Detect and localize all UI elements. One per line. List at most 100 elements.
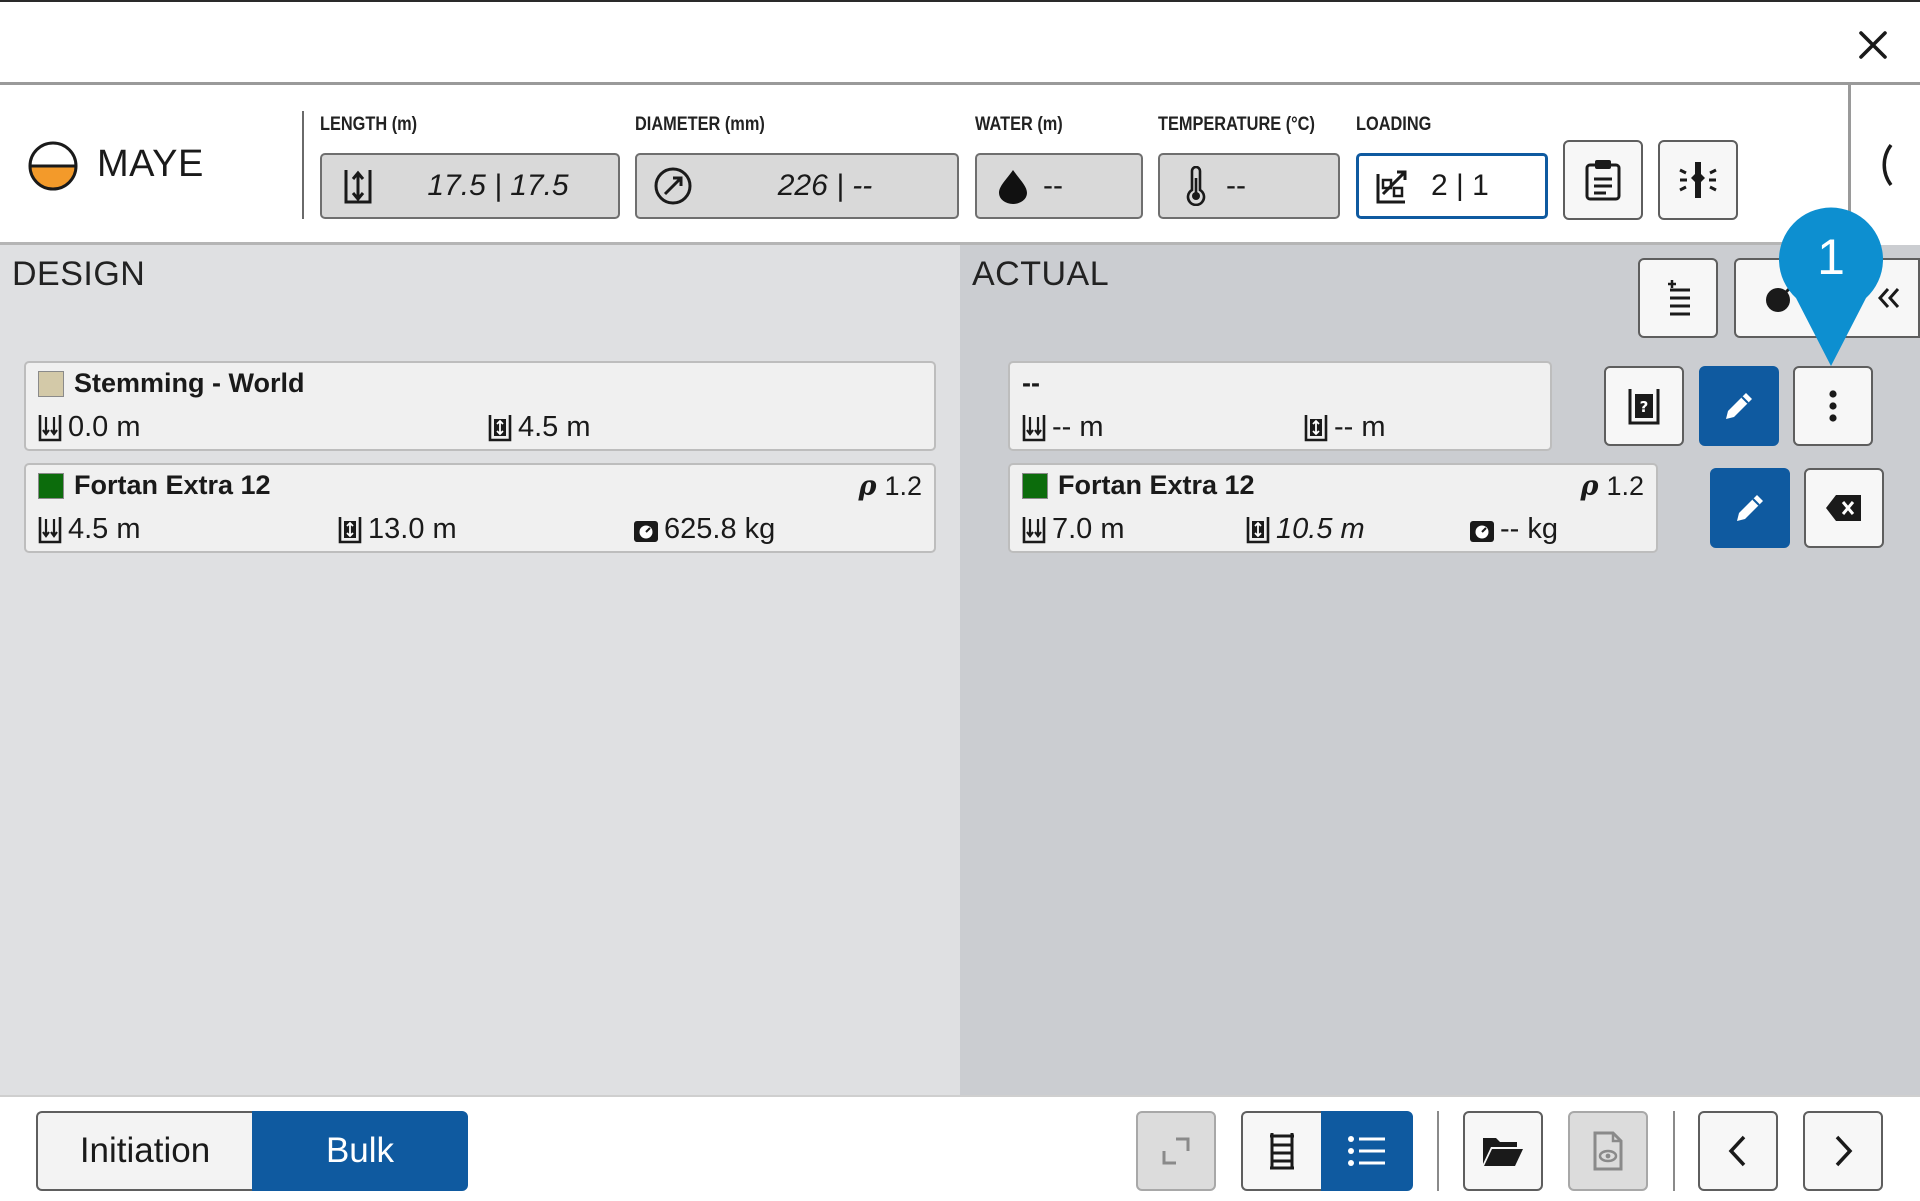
header-divider	[302, 111, 304, 219]
deck-color-swatch	[1022, 472, 1048, 499]
add-deck-button[interactable]	[1638, 258, 1718, 338]
length-field[interactable]: 17.5 | 17.5	[320, 153, 620, 219]
deck-name: Fortan Extra 12	[1022, 470, 1255, 501]
design-panel: DESIGN Stemming - World 0.0 m 4.5 m Fort…	[0, 245, 960, 1095]
scale-weight-icon	[1468, 514, 1496, 546]
tab-initiation[interactable]: Initiation	[36, 1111, 252, 1191]
deck-top-depth: 7.0 m	[1020, 513, 1125, 546]
deck-color-swatch	[38, 472, 64, 499]
folder-open-icon	[1483, 1138, 1523, 1166]
deck-density: ρ 1.2	[858, 471, 922, 502]
loading-value: 2 | 1	[1431, 169, 1489, 202]
loading-field[interactable]: 2 | 1	[1356, 153, 1548, 219]
column-view-icon	[1270, 1133, 1294, 1170]
edit-product-button[interactable]	[1710, 468, 1790, 548]
column-view-button[interactable]	[1241, 1111, 1321, 1191]
edit-deck-button[interactable]	[1699, 366, 1779, 446]
document-preview-icon	[1593, 1131, 1623, 1171]
deck-top-depth: -- m	[1020, 411, 1104, 444]
actual-deck-product[interactable]: Fortan Extra 12 ρ 1.2 7.0 m 10.5 m -- kg	[1008, 463, 1658, 553]
deck-length: 13.0 m	[336, 513, 457, 546]
depth-icon	[36, 412, 64, 444]
list-view-button[interactable]	[1321, 1111, 1413, 1191]
diameter-field[interactable]: 226 | --	[635, 153, 959, 219]
deck-mass-value: 625.8 kg	[664, 513, 776, 545]
hole-status-icon	[28, 141, 78, 191]
previous-button[interactable]	[1698, 1111, 1778, 1191]
more-options-button[interactable]	[1793, 366, 1873, 446]
loading-icon	[1375, 166, 1415, 206]
unknown-product-button[interactable]: ?	[1604, 366, 1684, 446]
deck-length-value: 4.5 m	[518, 411, 591, 443]
deck-length-icon	[1302, 412, 1330, 444]
water-label: WATER (m)	[975, 114, 1063, 135]
pencil-icon	[1737, 495, 1763, 521]
close-button[interactable]	[1848, 20, 1898, 70]
hole-header: MAYE LENGTH (m) 17.5 | 17.5 DIAMETER (mm…	[0, 85, 1920, 245]
unknown-product-icon: ?	[1628, 389, 1660, 425]
design-title: DESIGN	[12, 255, 146, 293]
expand-icon	[1162, 1137, 1190, 1165]
diameter-value: 226 | --	[777, 169, 873, 202]
add-list-icon	[1668, 280, 1690, 316]
list-icon	[1348, 1136, 1385, 1166]
preview-document-button[interactable]	[1568, 1111, 1648, 1191]
deck-color-swatch	[38, 370, 64, 397]
bottom-toolbar: Initiation Bulk	[0, 1095, 1920, 1201]
toolbar-divider	[1437, 1111, 1439, 1191]
deck-top-value: 7.0 m	[1052, 513, 1125, 545]
expand-button[interactable]	[1136, 1111, 1216, 1191]
blast-button[interactable]	[1658, 140, 1738, 220]
hole-length-icon	[338, 166, 378, 206]
toolbar-divider	[1673, 1111, 1675, 1191]
thermometer-icon	[1176, 166, 1216, 206]
water-drop-icon	[993, 166, 1033, 206]
deck-density: ρ 1.2	[1580, 471, 1644, 502]
top-bar	[0, 0, 1920, 85]
actual-panel: ACTUAL -- -- m -- m ? Fortan Extra 12 ρ …	[960, 245, 1920, 1095]
temperature-value: --	[1226, 169, 1246, 202]
design-deck-product[interactable]: Fortan Extra 12 ρ 1.2 4.5 m 13.0 m 625.8 …	[24, 463, 936, 553]
close-icon	[1859, 31, 1887, 59]
next-button[interactable]	[1803, 1111, 1883, 1191]
open-folder-button[interactable]	[1463, 1111, 1543, 1191]
deck-name: --	[1022, 368, 1040, 399]
temperature-field[interactable]: --	[1158, 153, 1340, 219]
temperature-label: TEMPERATURE (°C)	[1158, 114, 1315, 135]
backspace-delete-icon	[1826, 495, 1861, 521]
svg-text:?: ?	[1640, 398, 1649, 416]
explosion-icon	[1679, 162, 1717, 198]
depth-icon	[1020, 514, 1048, 546]
deck-mass: 625.8 kg	[632, 513, 775, 546]
deck-top-depth: 0.0 m	[36, 411, 141, 444]
diameter-icon	[653, 166, 693, 206]
deck-length-icon	[1244, 514, 1272, 546]
design-deck-stemming[interactable]: Stemming - World 0.0 m 4.5 m	[24, 361, 936, 451]
deck-top-value: 4.5 m	[68, 513, 141, 545]
deck-length: 10.5 m	[1244, 513, 1365, 546]
deck-mass: -- kg	[1468, 513, 1558, 546]
deck-name-text: Fortan Extra 12	[1058, 470, 1255, 500]
deck-mass-value: -- kg	[1500, 513, 1558, 545]
pencil-icon	[1726, 393, 1752, 419]
deck-name: Stemming - World	[38, 368, 305, 399]
report-button[interactable]	[1563, 140, 1643, 220]
more-vertical-icon	[1829, 390, 1837, 422]
deck-length-value: -- m	[1334, 411, 1386, 443]
actual-deck-empty[interactable]: -- -- m -- m	[1008, 361, 1552, 451]
deck-top-value: -- m	[1052, 411, 1104, 443]
deck-name-text: Fortan Extra 12	[74, 470, 271, 500]
density-symbol: ρ	[858, 471, 877, 502]
deck-name-text: --	[1022, 368, 1040, 398]
deck-length-icon	[486, 412, 514, 444]
diameter-label: DIAMETER (mm)	[635, 114, 765, 135]
delete-deck-button[interactable]	[1804, 468, 1884, 548]
density-value: 1.2	[1606, 471, 1644, 501]
tab-bulk[interactable]: Bulk	[252, 1111, 468, 1191]
water-field[interactable]: --	[975, 153, 1143, 219]
water-value: --	[1043, 169, 1063, 202]
deck-name: Fortan Extra 12	[38, 470, 271, 501]
hole-name: MAYE	[97, 143, 204, 185]
deck-top-depth: 4.5 m	[36, 513, 141, 546]
length-label: LENGTH (m)	[320, 114, 418, 135]
